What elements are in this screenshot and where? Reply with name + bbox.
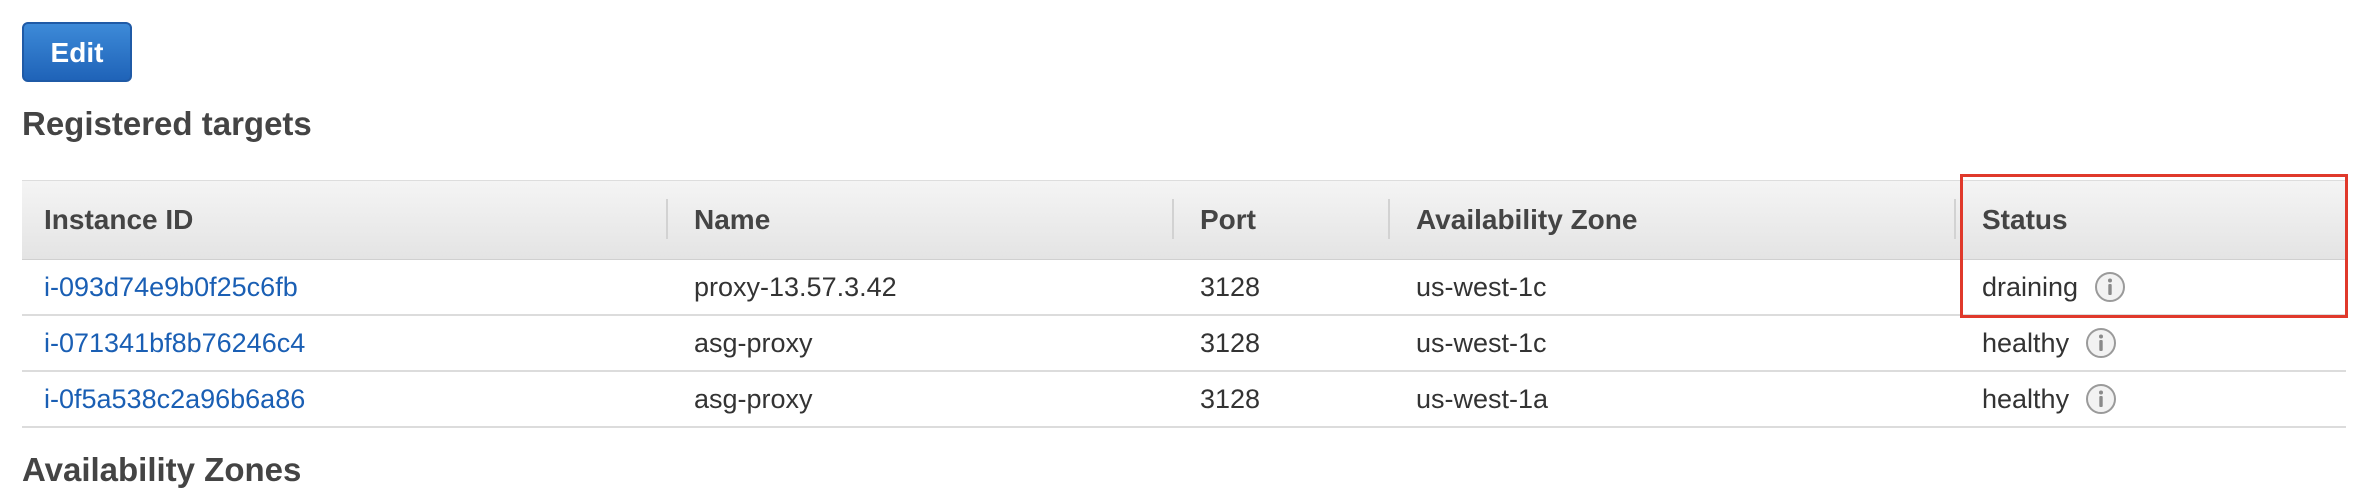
column-header-port[interactable]: Port (1200, 181, 1256, 259)
column-divider[interactable] (1388, 199, 1390, 239)
status-text: healthy (1982, 328, 2070, 358)
status-cell: healthy (1982, 316, 2117, 370)
name-cell: asg-proxy (694, 384, 813, 414)
table-header-row: Instance ID Name Port Availability Zone … (22, 180, 2346, 260)
instance-id-cell: i-0f5a538c2a96b6a86 (44, 372, 305, 426)
availability-zone-cell: us-west-1c (1416, 272, 1547, 302)
instance-id-cell: i-071341bf8b76246c4 (44, 316, 305, 370)
availability-zones-title: Availability Zones (22, 451, 302, 488)
column-divider[interactable] (1954, 199, 1956, 239)
port-cell: 3128 (1200, 328, 1261, 358)
info-icon[interactable] (2094, 271, 2126, 303)
column-header-availability-zone[interactable]: Availability Zone (1416, 181, 1637, 259)
port-cell: 3128 (1200, 272, 1261, 302)
column-divider[interactable] (1172, 199, 1174, 239)
instance-id-cell: i-093d74e9b0f25c6fb (44, 260, 298, 314)
instance-id-link[interactable]: i-0f5a538c2a96b6a86 (44, 384, 305, 414)
column-divider[interactable] (666, 199, 668, 239)
port-cell: 3128 (1200, 384, 1261, 414)
availability-zone-cell: us-west-1c (1416, 328, 1547, 358)
column-header-instance-id[interactable]: Instance ID (44, 181, 193, 259)
status-text: healthy (1982, 384, 2070, 414)
column-header-status[interactable]: Status (1982, 181, 2068, 259)
info-icon[interactable] (2085, 327, 2117, 359)
availability-zone-cell: us-west-1a (1416, 384, 1549, 414)
status-cell: healthy (1982, 372, 2117, 426)
registered-targets-title: Registered targets (22, 105, 312, 142)
info-icon[interactable] (2085, 383, 2117, 415)
status-cell: draining (1982, 260, 2126, 314)
table-row: i-0f5a538c2a96b6a86 asg-proxy 3128 us-we… (22, 372, 2346, 428)
edit-button[interactable]: Edit (22, 22, 132, 82)
name-cell: proxy-13.57.3.42 (694, 272, 897, 302)
registered-targets-table: Instance ID Name Port Availability Zone … (22, 180, 2346, 428)
name-cell: asg-proxy (694, 328, 813, 358)
column-header-name[interactable]: Name (694, 181, 770, 259)
instance-id-link[interactable]: i-071341bf8b76246c4 (44, 328, 305, 358)
table-row: i-093d74e9b0f25c6fb proxy-13.57.3.42 312… (22, 260, 2346, 316)
status-text: draining (1982, 272, 2079, 302)
table-row: i-071341bf8b76246c4 asg-proxy 3128 us-we… (22, 316, 2346, 372)
instance-id-link[interactable]: i-093d74e9b0f25c6fb (44, 272, 298, 302)
